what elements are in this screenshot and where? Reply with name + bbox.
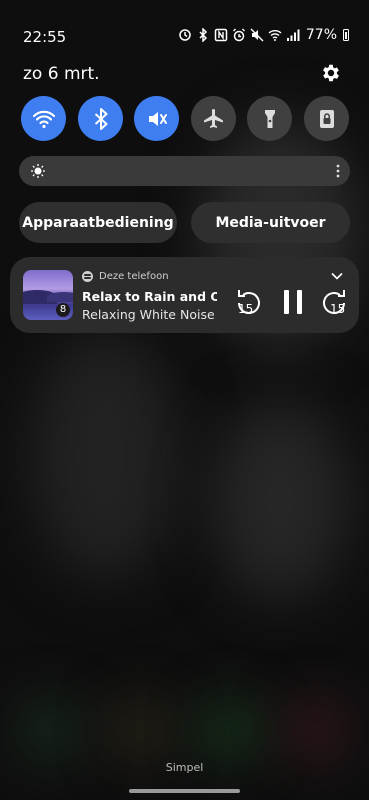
track-artist: Relaxing White Noise (82, 307, 215, 322)
wifi-tile[interactable] (21, 96, 66, 141)
secure-folder-tile[interactable] (304, 96, 349, 141)
forward-seconds-label: 15 (330, 302, 346, 316)
battery-icon (343, 29, 349, 41)
bluetooth-tile[interactable] (78, 96, 123, 141)
rewind-seconds-label: 15 (238, 302, 254, 316)
clock: 22:55 (23, 28, 67, 46)
spotify-icon (82, 271, 93, 282)
airplane-mode-tile[interactable] (191, 96, 236, 141)
battery-percentage: 77% (305, 27, 337, 43)
settings-gear-icon[interactable] (320, 62, 342, 84)
alarm-icon (232, 28, 245, 42)
media-source: Deze telefoon (82, 271, 169, 282)
bluetooth-icon (94, 107, 107, 130)
album-art: 8 (23, 270, 73, 320)
status-icons: 77% (178, 27, 349, 43)
more-options-icon[interactable] (336, 164, 340, 178)
flashlight-tile[interactable] (247, 96, 292, 141)
brightness-sun-icon (31, 164, 45, 178)
simple-mode-label[interactable]: Simpel (0, 761, 369, 774)
media-source-label: Deze telefoon (99, 271, 169, 282)
wifi-icon (268, 30, 282, 41)
wifi-icon (32, 110, 55, 128)
mute-icon (250, 28, 264, 42)
device-control-button[interactable]: Apparaatbediening (19, 202, 177, 243)
pause-icon[interactable] (278, 287, 308, 317)
bluetooth-icon (199, 28, 207, 42)
track-title: Relax to Rain and Oce… (82, 289, 217, 304)
home-indicator[interactable] (129, 789, 240, 793)
album-badge: 8 (56, 303, 70, 317)
airplane-icon (203, 108, 223, 128)
media-output-button[interactable]: Media-uitvoer (191, 202, 350, 243)
status-bar: 22:55 77% (0, 0, 369, 46)
mute-icon (148, 111, 167, 126)
media-player-card[interactable]: 8 Deze telefoon Relax to Rain and Oce… R… (10, 257, 359, 333)
mute-tile[interactable] (134, 96, 179, 141)
quick-settings-tiles (21, 96, 351, 142)
secure-folder-icon (319, 109, 334, 128)
brightness-slider[interactable] (19, 156, 350, 186)
chevron-down-icon[interactable] (331, 272, 343, 280)
date-label: zo 6 mrt. (23, 64, 100, 84)
flashlight-icon (264, 109, 275, 128)
signal-icon (286, 29, 300, 41)
nfc-icon (214, 28, 228, 42)
sync-icon (179, 29, 191, 41)
